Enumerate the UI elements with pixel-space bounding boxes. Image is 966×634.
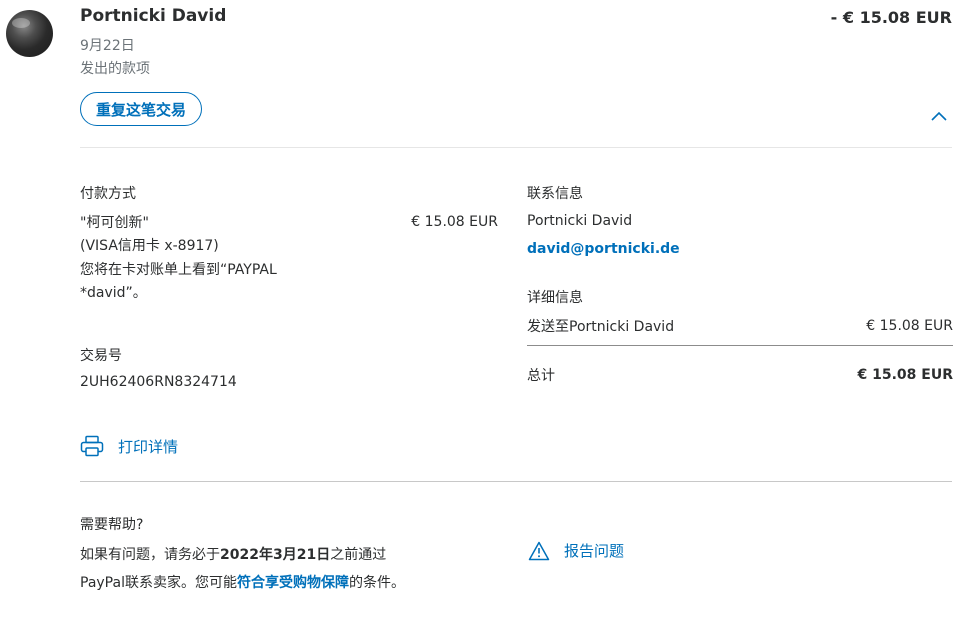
transaction-details-page: Portnicki David 9月22日 发出的款项 - € 15.08 EU… xyxy=(0,0,966,634)
printer-icon xyxy=(80,435,104,457)
details-divider xyxy=(527,345,953,346)
help-text-part-1: 如果有问题，请务必于 xyxy=(80,547,220,563)
repeat-transaction-button[interactable]: 重复这笔交易 xyxy=(80,92,202,126)
chevron-up-icon[interactable] xyxy=(930,110,948,122)
details-heading: 详细信息 xyxy=(527,290,583,306)
report-problem-label: 报告问题 xyxy=(564,542,625,560)
payment-method-line-2: (VISA信用卡 x-8917) xyxy=(80,238,219,254)
details-line-amount: € 15.08 EUR xyxy=(866,318,953,334)
details-line-label: 发送至Portnicki David xyxy=(527,319,675,335)
transaction-id-heading: 交易号 xyxy=(80,348,122,364)
total-label: 总计 xyxy=(527,368,555,384)
payment-method-heading: 付款方式 xyxy=(80,186,136,202)
contact-name: Portnicki David xyxy=(527,213,633,229)
contact-heading: 联系信息 xyxy=(527,186,583,202)
counterparty-name: Portnicki David xyxy=(80,6,227,26)
help-text: 如果有问题，请务必于2022年3月21日之前通过PayPal联系卖家。您可能符合… xyxy=(80,541,430,597)
print-details-label: 打印详情 xyxy=(118,437,179,456)
purchase-protection-link[interactable]: 符合享受购物保障 xyxy=(237,575,349,591)
header-divider xyxy=(80,147,952,148)
help-deadline: 2022年3月21日 xyxy=(220,547,331,563)
payment-method-line-4: *david”。 xyxy=(80,285,147,301)
help-heading: 需要帮助? xyxy=(80,517,144,533)
help-text-part-3: 的条件。 xyxy=(348,575,405,591)
avatar xyxy=(6,10,53,57)
report-problem-link[interactable]: 报告问题 xyxy=(528,540,624,561)
total-amount: € 15.08 EUR xyxy=(857,367,953,383)
payment-method-line-1: "柯可创新" xyxy=(80,215,149,231)
print-details-link[interactable]: 打印详情 xyxy=(80,435,178,457)
transaction-type: 发出的款项 xyxy=(80,61,150,77)
section-divider xyxy=(80,481,952,482)
transaction-date: 9月22日 xyxy=(80,38,135,54)
payment-method-line-3: 您将在卡对账单上看到“PAYPAL xyxy=(80,262,277,278)
warning-icon xyxy=(528,541,550,560)
payment-method-amount: € 15.08 EUR xyxy=(411,214,498,230)
transaction-id: 2UH62406RN8324714 xyxy=(80,374,237,390)
transaction-amount: - € 15.08 EUR xyxy=(830,8,952,27)
contact-email-link[interactable]: david@portnicki.de xyxy=(527,238,680,260)
